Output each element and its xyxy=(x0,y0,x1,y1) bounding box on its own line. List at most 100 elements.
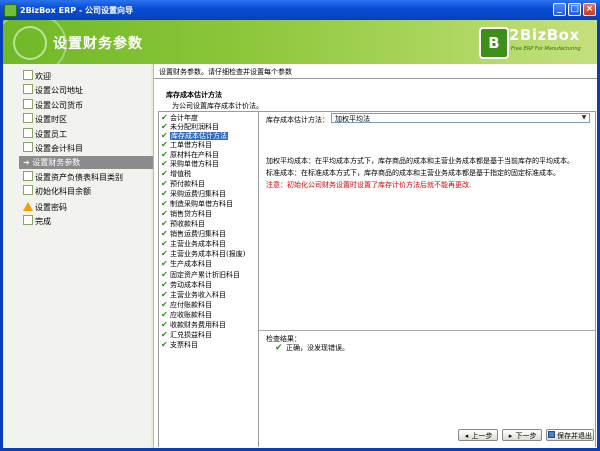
check-icon: ✔ xyxy=(161,229,168,238)
check-icon: ✔ xyxy=(161,140,168,149)
nav-item-label: 设置公司货币 xyxy=(35,101,83,110)
list-item[interactable]: ✔ 应付账款科目 xyxy=(161,300,212,309)
nav-item-password[interactable]: 设置密码 xyxy=(23,201,67,214)
title-bar: 2BizBox ERP - 公司设置向导 _ □ × xyxy=(0,0,600,20)
list-item[interactable]: ✔ 未分配利润科目 xyxy=(161,122,219,131)
page-icon xyxy=(23,171,33,181)
check-icon: ✔ xyxy=(161,239,168,248)
check-icon: ✔ xyxy=(275,343,283,353)
check-icon: ✔ xyxy=(161,280,168,289)
logo-tagline: Free ERP For Manufacturing xyxy=(511,46,581,52)
list-item[interactable]: ✔ 采购运费归集科目 xyxy=(161,189,226,198)
nav-item-label: 设置会计科目 xyxy=(35,144,83,153)
list-item[interactable]: ✔ 预收款科目 xyxy=(161,219,205,228)
nav-item-accounts[interactable]: 设置会计科目 xyxy=(23,142,83,155)
wizard-window: 2BizBox ERP - 公司设置向导 _ □ × 设置财务参数 B 2Biz… xyxy=(0,0,600,451)
nav-item-welcome[interactable]: 欢迎 xyxy=(23,70,51,83)
wizard-header: 设置财务参数 B 2BizBox Free ERP For Manufactur… xyxy=(3,20,597,64)
maximize-button[interactable]: □ xyxy=(568,3,581,16)
list-item[interactable]: ✔ 增值税 xyxy=(161,169,191,178)
list-item[interactable]: ✔ 工单借方科目 xyxy=(161,140,212,149)
list-item[interactable]: ✔ 支票科目 xyxy=(161,340,198,349)
check-icon: ✔ xyxy=(161,122,168,131)
arrow-icon: ➔ xyxy=(23,158,33,167)
list-item[interactable]: ✔ 汇兑损益科目 xyxy=(161,330,212,339)
check-icon: ✔ xyxy=(161,209,168,218)
check-icon: ✔ xyxy=(161,189,168,198)
page-icon xyxy=(23,185,33,195)
nav-item-timezone[interactable]: 设置时区 xyxy=(23,113,67,126)
nav-item-label: 初始化科目余额 xyxy=(35,187,91,196)
close-button[interactable]: × xyxy=(583,3,596,16)
list-item[interactable]: ✔ 劳动成本科目 xyxy=(161,280,212,289)
nav-item-label: 设置员工 xyxy=(35,130,67,139)
list-item[interactable]: ✔ 主营业务成本科目(报废) xyxy=(161,249,245,258)
nav-item-label: 设置时区 xyxy=(35,115,67,124)
check-icon: ✔ xyxy=(161,219,168,228)
cost-method-value: 加权平均法 xyxy=(335,115,370,123)
nav-item-init-balances[interactable]: 初始化科目余额 xyxy=(23,185,91,198)
check-result: ✔ 正确，没发现错误。 xyxy=(275,343,349,353)
check-icon: ✔ xyxy=(161,179,168,188)
check-icon: ✔ xyxy=(161,320,168,329)
section-title: 库存成本估计方法 xyxy=(166,91,222,99)
warning-note: 注意：初始化公司财务设置时设置了库存计价方法后就不能再更改. xyxy=(266,181,472,189)
brand-logo: B 2BizBox Free ERP For Manufacturing xyxy=(479,26,589,59)
list-item[interactable]: ✔ 销售运费归集科目 xyxy=(161,229,226,238)
nav-item-balance-sheet-categories[interactable]: 设置资产负债表科目类别 xyxy=(23,171,123,184)
list-item-selected[interactable]: ✔ 库存成本估计方法 xyxy=(161,131,228,140)
check-icon: ✔ xyxy=(161,340,168,349)
logo-mark: B xyxy=(479,27,509,59)
nav-item-company-address[interactable]: 设置公司地址 xyxy=(23,84,83,97)
nav-item-label: 设置公司地址 xyxy=(35,86,83,95)
list-item[interactable]: ✔ 收款财务费用科目 xyxy=(161,320,226,329)
page-icon xyxy=(23,113,33,123)
list-item[interactable]: ✔ 预付款科目 xyxy=(161,179,205,188)
check-icon: ✔ xyxy=(161,159,168,168)
list-item[interactable]: ✔ 生产成本科目 xyxy=(161,259,212,268)
list-item[interactable]: ✔ 会计年度 xyxy=(161,113,198,122)
check-icon: ✔ xyxy=(161,270,168,279)
arrow-right-icon: ▸ xyxy=(508,432,513,440)
check-icon: ✔ xyxy=(161,330,168,339)
save-icon xyxy=(548,431,555,438)
nav-item-finance-params[interactable]: ➔ 设置财务参数 xyxy=(19,156,153,169)
nav-item-label: 欢迎 xyxy=(35,72,51,81)
chevron-down-icon[interactable]: ▼ xyxy=(580,114,588,122)
list-item[interactable]: ✔ 主营业务成本科目 xyxy=(161,239,226,248)
prev-button[interactable]: ◂ 上一步 xyxy=(458,429,498,441)
nav-item-label: 设置密码 xyxy=(35,203,67,212)
minimize-button[interactable]: _ xyxy=(553,3,566,16)
list-item[interactable]: ✔ 固定资产累计折旧科目 xyxy=(161,270,240,279)
warning-icon xyxy=(23,202,33,211)
check-icon: ✔ xyxy=(161,113,168,122)
page-icon xyxy=(23,84,33,94)
nav-item-company-currency[interactable]: 设置公司货币 xyxy=(23,99,83,112)
page-icon xyxy=(23,215,33,225)
standard-cost-description: 标准成本：在标准成本方式下，库存商品的成本和主营业务成本都是基于指定的固定标准成… xyxy=(266,169,560,177)
check-icon: ✔ xyxy=(161,259,168,268)
list-item[interactable]: ✔ 应收账款科目 xyxy=(161,310,212,319)
list-item[interactable]: ✔ 主营业务收入科目 xyxy=(161,290,226,299)
page-icon xyxy=(23,142,33,152)
app-icon xyxy=(4,4,17,17)
list-item[interactable]: ✔ 制造采购单借方科目 xyxy=(161,199,233,208)
nav-item-label: 设置财务参数 xyxy=(32,158,81,167)
check-icon: ✔ xyxy=(161,150,168,159)
list-item[interactable]: ✔ 销售贷方科目 xyxy=(161,209,212,218)
check-icon: ✔ xyxy=(161,169,168,178)
check-result-text: 正确，没发现错误。 xyxy=(286,344,349,352)
list-item[interactable]: ✔ 采购单借方科目 xyxy=(161,159,219,168)
list-item[interactable]: ✔ 原材料在产科目 xyxy=(161,150,219,159)
save-exit-button[interactable]: 保存并退出 xyxy=(546,429,594,441)
logo-text: 2BizBox xyxy=(509,26,580,44)
nav-item-employees[interactable]: 设置员工 xyxy=(23,128,67,141)
parameter-detail-panel: 库存成本估计方法： 加权平均法 ▼ 加权平均成本：在平均成本方式下，库存商品的成… xyxy=(258,111,596,447)
next-button[interactable]: ▸ 下一步 xyxy=(502,429,542,441)
cost-method-select[interactable]: 加权平均法 ▼ xyxy=(331,113,590,123)
nav-item-finish[interactable]: 完成 xyxy=(23,215,51,228)
divider xyxy=(259,330,595,331)
parameter-list: ✔ 会计年度 ✔ 未分配利润科目 ✔ 库存成本估计方法 ✔ 工单借方科目 ✔ 原材料在产科… xyxy=(158,111,260,447)
page-icon xyxy=(23,128,33,138)
content-area: 设置财务参数。请仔细检查并设置每个参数 库存成本估计方法 为公司设置库存成本计价… xyxy=(153,64,597,448)
